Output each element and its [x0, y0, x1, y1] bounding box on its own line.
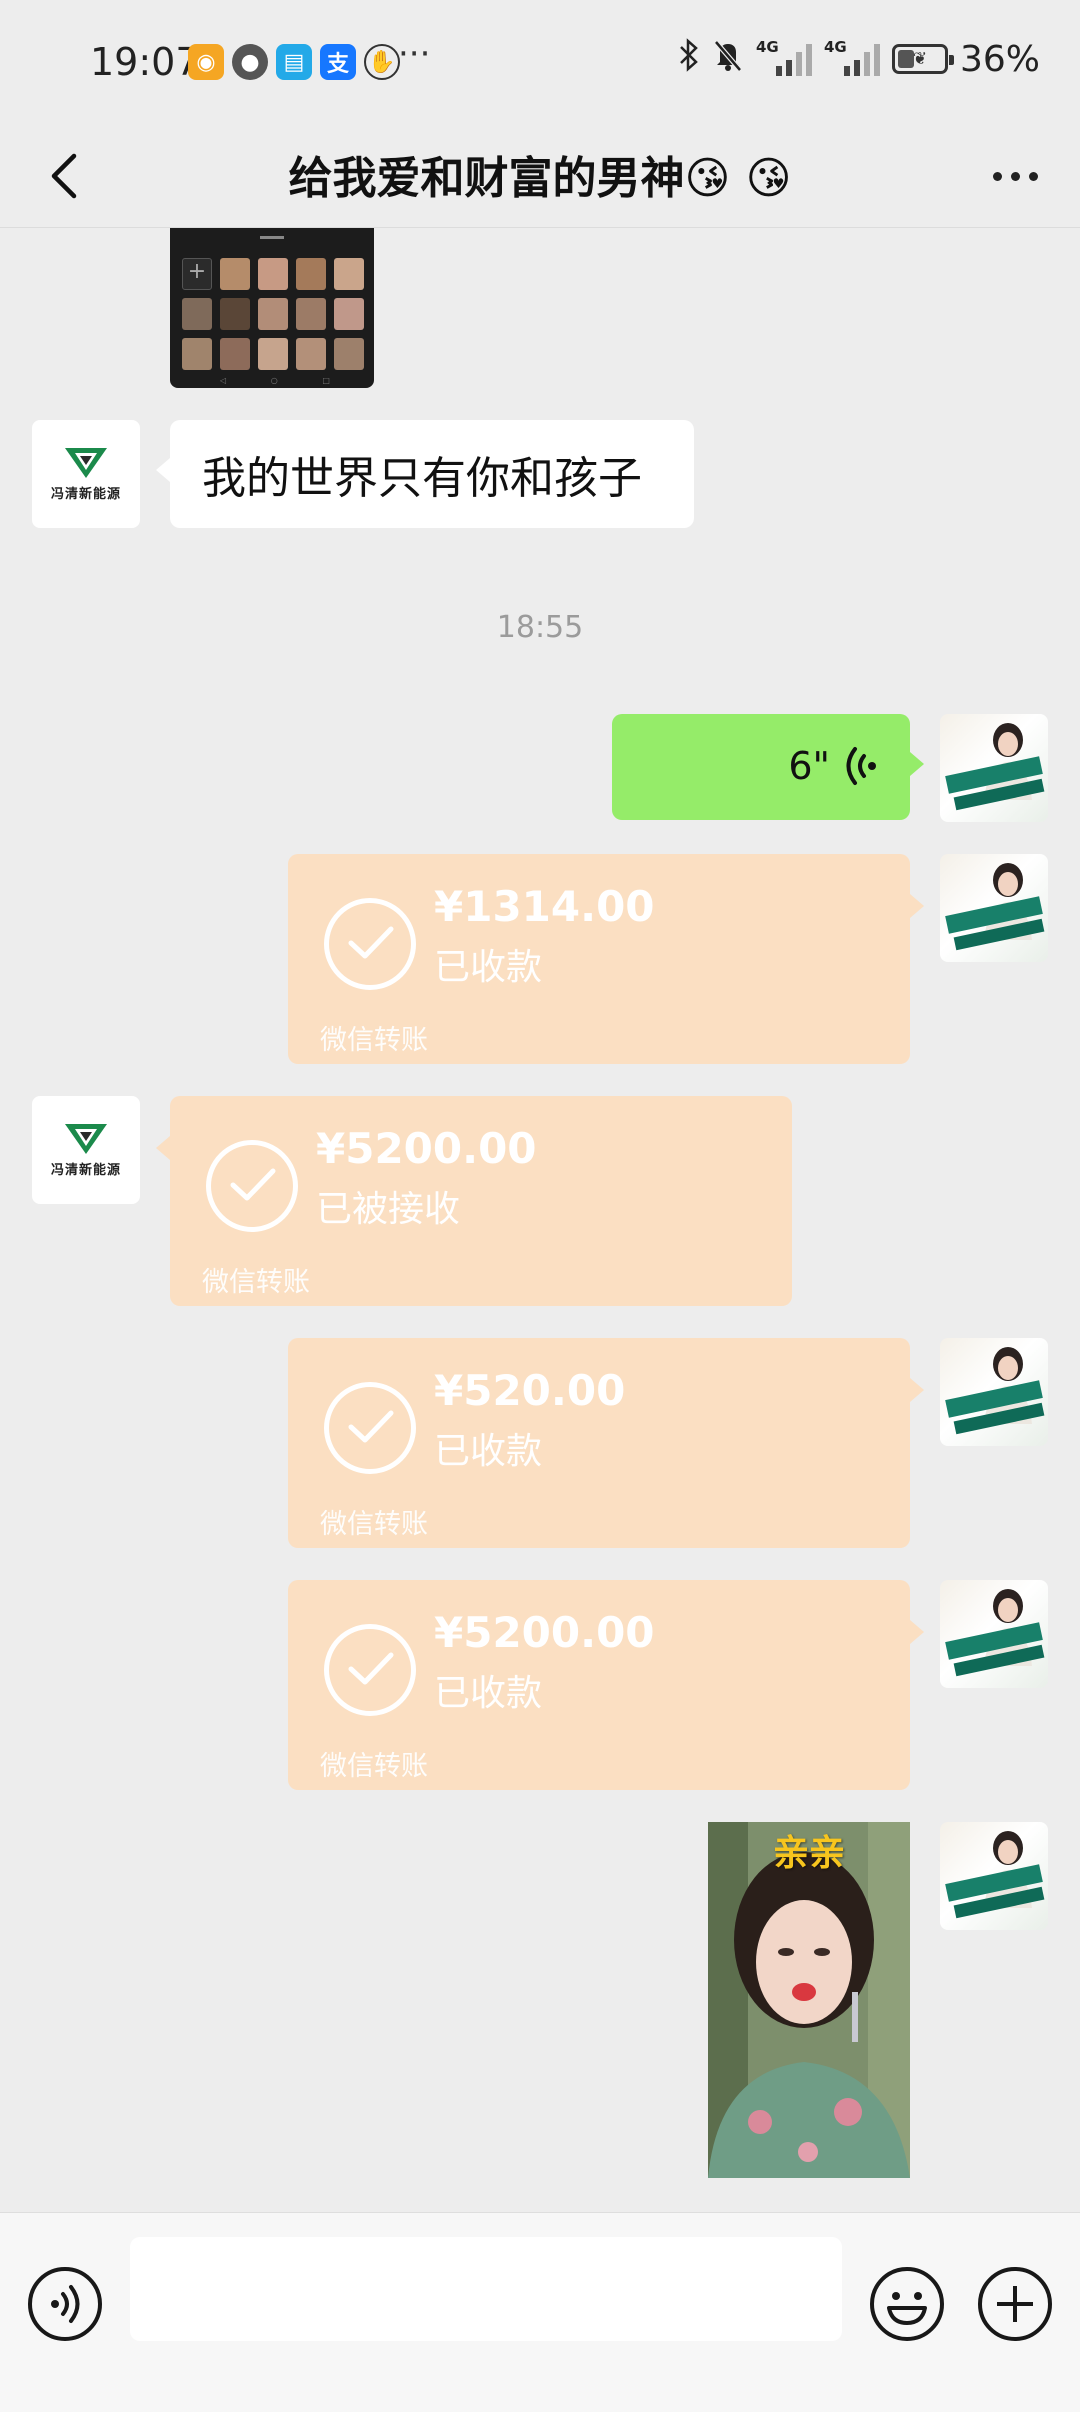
- bluetooth-icon: [678, 38, 700, 80]
- smiley-icon: [887, 2292, 927, 2325]
- dot-icon: [1028, 171, 1038, 181]
- transfer-amount: ¥520.00: [434, 1366, 626, 1415]
- transfer-card[interactable]: ¥5200.00 已被接收 微信转账: [156, 1096, 792, 1306]
- thumb-handle: [260, 236, 284, 239]
- transfer-source-label: 微信转账: [320, 1509, 428, 1540]
- network-type-1: 4G: [755, 38, 779, 56]
- image-message-photo[interactable]: 亲亲: [708, 1822, 910, 2178]
- more-functions-plus-button[interactable]: [978, 2267, 1052, 2341]
- self-avatar[interactable]: [940, 1822, 1048, 1930]
- text-message-bubble[interactable]: 我的世界只有你和孩子: [156, 420, 694, 528]
- voice-input-toggle-button[interactable]: [28, 2267, 102, 2341]
- self-avatar[interactable]: [940, 1338, 1048, 1446]
- contact-avatar[interactable]: 冯清新能源: [32, 1096, 140, 1204]
- self-avatar[interactable]: [940, 854, 1048, 962]
- book-icon: ▤: [276, 44, 312, 80]
- thumb-grid: +: [182, 258, 364, 370]
- transfer-card[interactable]: ¥1314.00 已收款 微信转账: [288, 854, 924, 1064]
- transfer-status: 已收款: [434, 947, 543, 988]
- signal-1-icon: 4G: [756, 38, 812, 76]
- logo-text: 冯清新能源: [50, 486, 121, 502]
- chat-title: 给我爱和财富的男神😘 😘: [288, 153, 792, 204]
- message-input[interactable]: [130, 2237, 842, 2341]
- photo-caption: 亲亲: [772, 1833, 845, 1874]
- logo-text: 冯清新能源: [50, 1163, 121, 1178]
- message-list[interactable]: + ◁ ○ □ 冯清新能源 我的世界只有你和孩子 18:55 6" ¥1314.…: [0, 228, 1080, 2228]
- transfer-status: 已被接收: [316, 1189, 461, 1230]
- message-text: 我的世界只有你和孩子: [202, 453, 642, 504]
- transfer-status: 已收款: [434, 1431, 543, 1472]
- weibo-icon: ◉: [188, 44, 224, 80]
- transfer-source-label: 微信转账: [202, 1267, 310, 1298]
- dot-icon: [1010, 171, 1020, 181]
- contact-avatar[interactable]: 冯清新能源: [32, 420, 140, 528]
- transfer-source-label: 微信转账: [320, 1751, 428, 1782]
- power-saving-icon: ❦: [912, 49, 928, 69]
- emoji-button[interactable]: [870, 2267, 944, 2341]
- self-avatar[interactable]: [940, 1580, 1048, 1688]
- transfer-amount: ¥5200.00: [434, 1608, 655, 1657]
- network-type-2: 4G: [823, 38, 847, 56]
- voice-message-bubble[interactable]: 6": [612, 714, 924, 820]
- transfer-status: 已收款: [434, 1673, 543, 1714]
- alipay-icon: 支: [320, 44, 356, 80]
- check-circle-icon: [324, 1624, 416, 1716]
- status-time: 19:07: [90, 40, 200, 84]
- time-divider: 18:55: [496, 610, 584, 645]
- battery-fill: [897, 50, 914, 68]
- voice-wave-icon: [51, 2285, 80, 2323]
- chevron-left-icon: [51, 153, 77, 199]
- company-logo-icon: [63, 446, 109, 480]
- voice-duration: 6": [788, 744, 830, 788]
- transfer-source-label: 微信转账: [320, 1025, 428, 1056]
- input-bar: [0, 2212, 1080, 2412]
- notification-icons: ◉ ● ▤ 支 ✋: [188, 44, 400, 80]
- transfer-amount: ¥5200.00: [316, 1124, 537, 1173]
- battery-percent: 36%: [959, 38, 1040, 80]
- company-logo-icon: [63, 1122, 109, 1156]
- chat-bubble-icon: ●: [232, 44, 268, 80]
- self-avatar[interactable]: [940, 714, 1048, 822]
- back-button[interactable]: [34, 138, 94, 214]
- hand-icon: ✋: [364, 44, 400, 80]
- transfer-card[interactable]: ¥5200.00 已收款 微信转账: [288, 1580, 924, 1790]
- signal-2-icon: 4G: [824, 38, 880, 76]
- image-message-screenshot[interactable]: + ◁ ○ □: [170, 228, 374, 388]
- check-circle-icon: [324, 1382, 416, 1474]
- dot-icon: [992, 171, 1002, 181]
- battery-icon: ❦: [891, 44, 954, 74]
- mute-bell-icon: [712, 38, 744, 80]
- check-circle-icon: [324, 898, 416, 990]
- check-circle-icon: [206, 1140, 298, 1232]
- more-options-button[interactable]: [980, 138, 1050, 214]
- transfer-amount: ¥1314.00: [434, 882, 655, 931]
- status-bar: 19:07 ◉ ● ▤ 支 ✋ ··· 4G 4G ❦ 36%: [0, 0, 1080, 124]
- chat-header: 给我爱和财富的男神😘 😘: [0, 124, 1080, 228]
- thumb-nav-bar: ◁ ○ □: [220, 376, 330, 385]
- transfer-card[interactable]: ¥520.00 已收款 微信转账: [288, 1338, 924, 1548]
- status-right-group: 4G 4G ❦ 36%: [678, 38, 1040, 80]
- voice-wave-icon: [846, 747, 876, 785]
- more-notifications-icon: ···: [398, 34, 431, 74]
